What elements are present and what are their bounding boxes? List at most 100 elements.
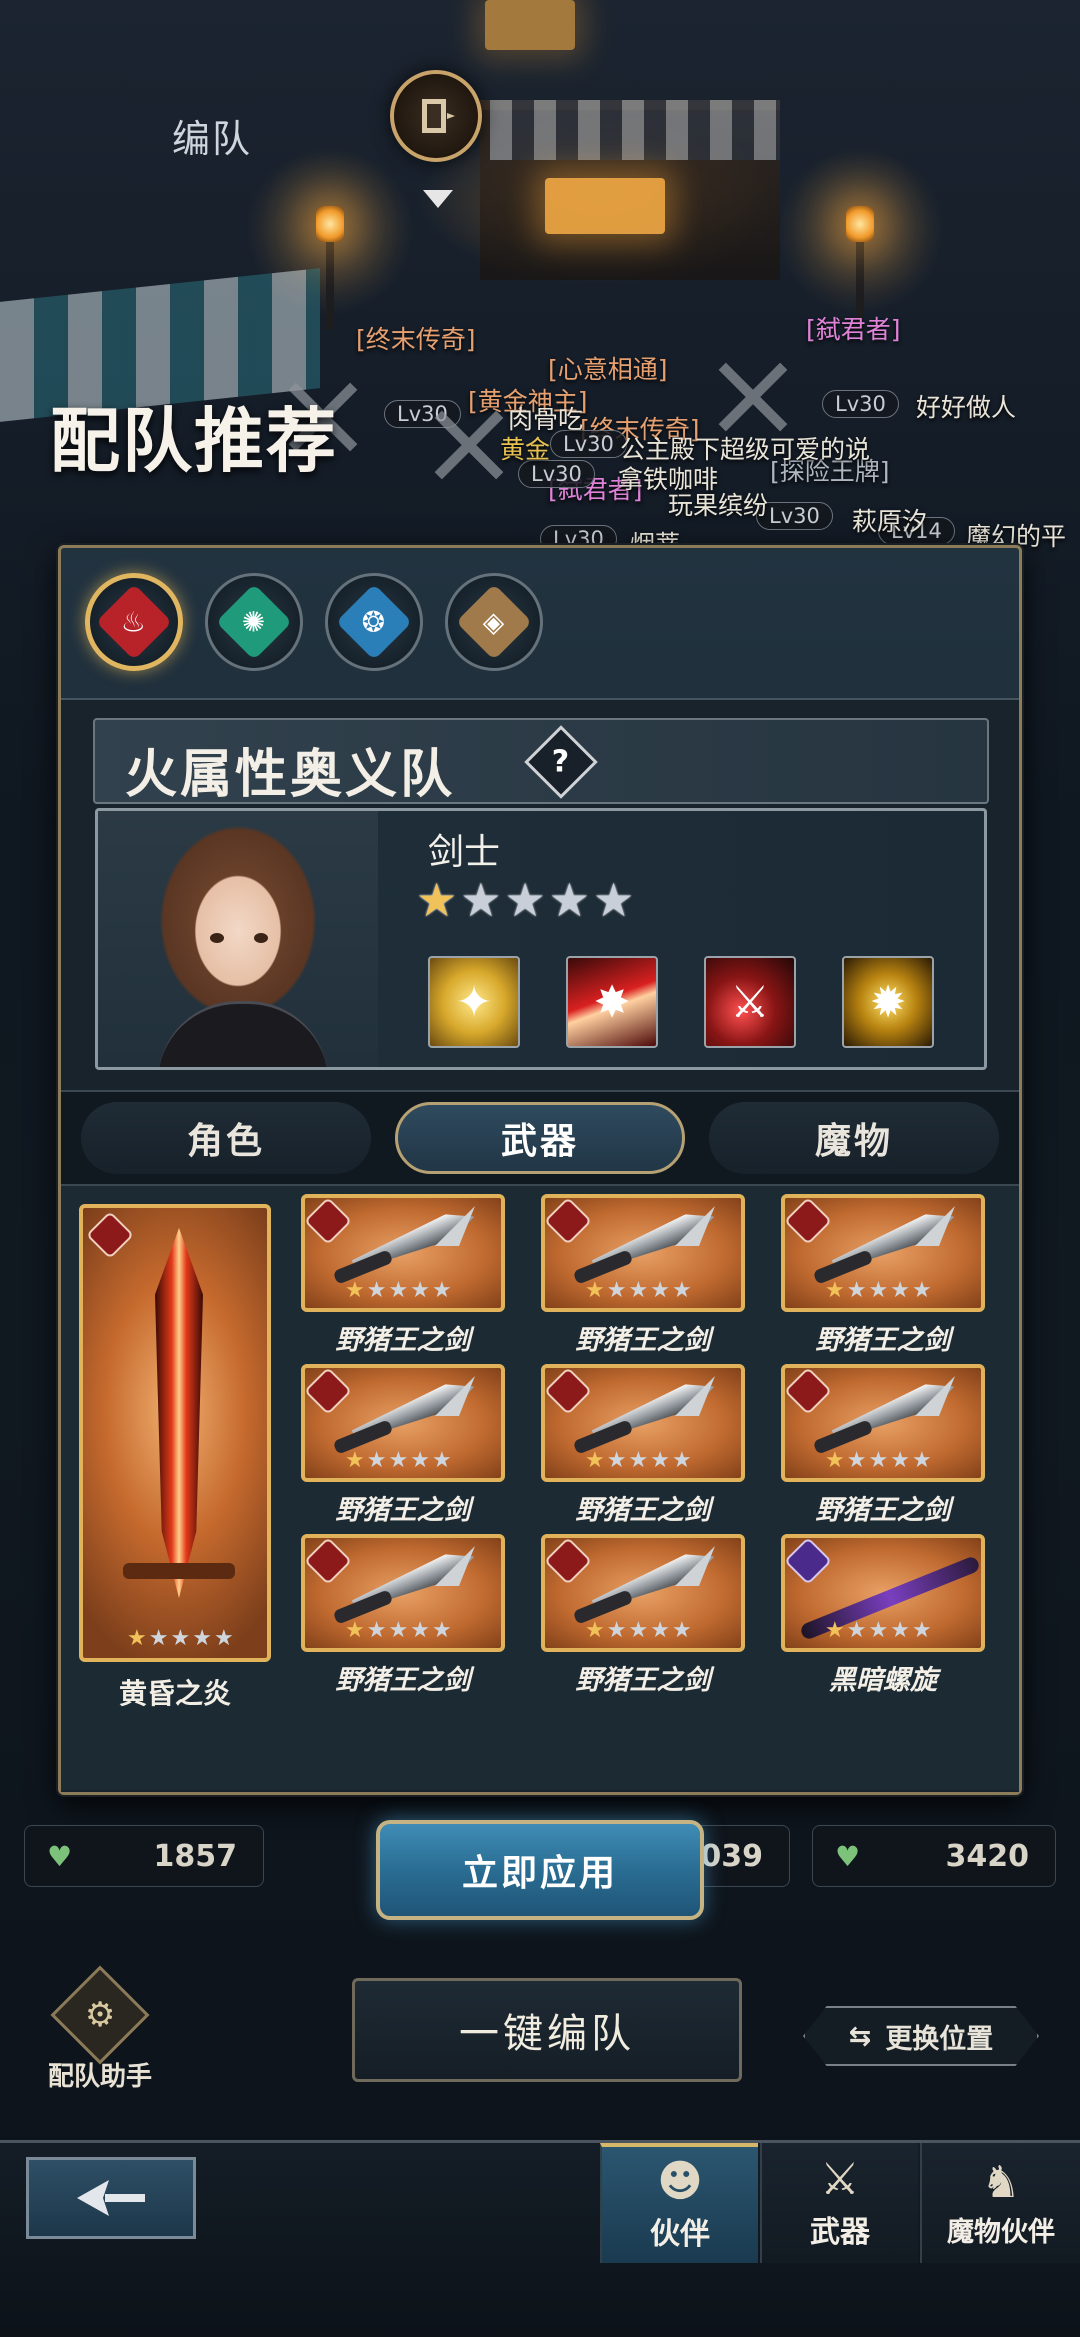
skill-icon[interactable]: ⚔ bbox=[704, 956, 796, 1048]
star-icon: ★ bbox=[650, 1448, 670, 1473]
weapon-card[interactable]: ★ ★ ★ ★ ★ bbox=[301, 1364, 505, 1482]
weapon-star-rating: ★ ★ ★ ★ ★ bbox=[585, 1280, 692, 1302]
fire-element-icon bbox=[785, 1198, 833, 1246]
star-icon: ★ bbox=[846, 1448, 867, 1473]
partner-icon: ☻ bbox=[657, 2156, 703, 2207]
weapon-card[interactable]: ★ ★ ★ ★ ★ bbox=[781, 1364, 985, 1482]
auto-team-button[interactable]: 一键编队 bbox=[352, 1978, 742, 2082]
apply-now-button[interactable]: 立即应用 bbox=[376, 1820, 704, 1920]
weapon-card[interactable]: ★ ★ ★ ★ ★ bbox=[301, 1534, 505, 1652]
wind-element-icon: ✺ bbox=[215, 583, 293, 661]
water-element-icon: ❂ bbox=[335, 583, 413, 661]
hero-portrait bbox=[98, 811, 378, 1067]
element-wind-button[interactable]: ✺ bbox=[205, 573, 303, 671]
bottom-navigation: ☻ 伙伴 ⚔ 武器 ♞ 魔物伙伴 bbox=[0, 2140, 1080, 2337]
star-icon: ★ bbox=[911, 1448, 932, 1473]
earth-element-icon: ◈ bbox=[455, 583, 533, 661]
weapon-star-rating: ★ ★ ★ ★ ★ bbox=[345, 1620, 452, 1642]
weapon-name: 黑暗螺旋 bbox=[829, 1665, 937, 1696]
weapon-card[interactable]: ★ ★ ★ ★ ★ bbox=[781, 1194, 985, 1312]
tab-monster[interactable]: 魔物 bbox=[709, 1102, 999, 1174]
swap-position-button[interactable]: ⇆ 更换位置 bbox=[803, 2006, 1039, 2066]
swap-arrows-icon: ⇆ bbox=[848, 2020, 872, 2052]
star-icon: ★ bbox=[345, 1448, 365, 1473]
star-icon: ★ bbox=[846, 1618, 867, 1643]
back-button[interactable] bbox=[26, 2157, 196, 2239]
nav-tab-partner[interactable]: ☻ 伙伴 bbox=[600, 2143, 758, 2263]
weapon-slot[interactable]: ★ ★ ★ ★ ★ 野猪王之剑 bbox=[781, 1364, 985, 1526]
star-icon: ★ bbox=[410, 1448, 430, 1473]
portrait-eye bbox=[254, 933, 268, 943]
star-icon: ★ bbox=[460, 873, 502, 927]
lamp-post bbox=[326, 240, 334, 330]
star-icon: ★ bbox=[846, 1278, 867, 1303]
chat-player-name: 玩果缤纷 bbox=[668, 491, 769, 520]
weapon-card[interactable]: ★ ★ ★ ★ ★ bbox=[541, 1194, 745, 1312]
weapon-slot[interactable]: ★ ★ ★ ★ ★ 野猪王之剑 bbox=[541, 1364, 745, 1526]
tab-weapon[interactable]: 武器 bbox=[395, 1102, 685, 1174]
weapon-card[interactable]: ★ ★ ★ ★ ★ bbox=[781, 1534, 985, 1652]
star-icon: ★ bbox=[868, 1278, 889, 1303]
chat-title-tag: [心意相通] bbox=[548, 355, 668, 384]
team-title-bar: 火属性奥义队 ? bbox=[93, 718, 989, 805]
street-lamp bbox=[846, 206, 874, 242]
element-water-button[interactable]: ❂ bbox=[325, 573, 423, 671]
star-icon: ★ bbox=[671, 1448, 692, 1473]
element-fire-button[interactable]: ♨ bbox=[85, 573, 183, 671]
star-icon: ★ bbox=[650, 1618, 670, 1643]
star-icon: ★ bbox=[410, 1278, 430, 1303]
weapon-card[interactable]: ★ ★ ★ ★ ★ bbox=[541, 1364, 745, 1482]
skill-icon[interactable]: ✦ bbox=[428, 956, 520, 1048]
help-button[interactable]: ? bbox=[524, 725, 598, 799]
star-icon: ★ bbox=[671, 1278, 692, 1303]
team-detail: 火属性奥义队 ? 剑士 ★ ★ ★ ★ ★ ✦ ✸ ⚔ ✹ 角色 武器 魔物 ★… bbox=[61, 698, 1019, 1792]
weapon-slot[interactable]: ★ ★ ★ ★ ★ 野猪王之剑 bbox=[541, 1534, 745, 1696]
star-icon: ★ bbox=[366, 1278, 387, 1303]
team-helper-button[interactable]: ⚙ 配队助手 bbox=[36, 1965, 164, 2092]
hero-card[interactable]: 剑士 ★ ★ ★ ★ ★ ✦ ✸ ⚔ ✹ bbox=[95, 808, 987, 1070]
weapon-slot[interactable]: ★ ★ ★ ★ ★ 野猪王之剑 bbox=[301, 1534, 505, 1696]
star-icon: ★ bbox=[825, 1618, 845, 1643]
star-icon: ★ bbox=[585, 1278, 605, 1303]
star-icon: ★ bbox=[825, 1448, 845, 1473]
portrait-body bbox=[158, 1001, 328, 1067]
star-icon: ★ bbox=[366, 1618, 387, 1643]
fire-element-icon bbox=[545, 1198, 593, 1246]
weapon-slot[interactable]: ★ ★ ★ ★ ★ 野猪王之剑 bbox=[301, 1194, 505, 1356]
star-icon: ★ bbox=[170, 1626, 191, 1651]
skill-list: ✦ ✸ ⚔ ✹ bbox=[428, 956, 934, 1048]
skill-icon[interactable]: ✹ bbox=[842, 956, 934, 1048]
star-icon: ★ bbox=[593, 873, 635, 927]
weapon-slot[interactable]: ★ ★ ★ ★ ★ 野猪王之剑 bbox=[301, 1364, 505, 1526]
nav-tab-monster-partner[interactable]: ♞ 魔物伙伴 bbox=[920, 2143, 1080, 2263]
star-icon: ★ bbox=[548, 873, 590, 927]
main-weapon-card[interactable]: ★ ★ ★ ★ ★ bbox=[79, 1204, 271, 1662]
weapon-slot[interactable]: ★ ★ ★ ★ ★ 黑暗螺旋 bbox=[781, 1534, 985, 1696]
star-icon: ★ bbox=[606, 1618, 627, 1643]
star-icon: ★ bbox=[585, 1448, 605, 1473]
star-icon: ★ bbox=[606, 1448, 627, 1473]
gear-icon: ⚙ bbox=[50, 1965, 150, 2065]
fire-element-icon: ♨ bbox=[95, 583, 173, 661]
weapon-slot[interactable]: ★ ★ ★ ★ ★ 野猪王之剑 bbox=[781, 1194, 985, 1356]
map-pin-button[interactable] bbox=[390, 70, 482, 162]
weapon-name: 野猪王之剑 bbox=[575, 1495, 711, 1526]
star-icon: ★ bbox=[416, 873, 458, 927]
crossed-swords-icon bbox=[718, 362, 788, 432]
chat-title-tag: [弑君者] bbox=[806, 315, 901, 344]
weapon-name: 野猪王之剑 bbox=[335, 1665, 471, 1696]
element-earth-button[interactable]: ◈ bbox=[445, 573, 543, 671]
element-filter: ♨ ✺ ❂ ◈ bbox=[85, 573, 543, 671]
hero-role: 剑士 bbox=[428, 832, 501, 873]
skill-icon[interactable]: ✸ bbox=[566, 956, 658, 1048]
star-icon: ★ bbox=[388, 1448, 409, 1473]
sword-guard bbox=[123, 1563, 235, 1579]
weapon-slot[interactable]: ★ ★ ★ ★ ★ 野猪王之剑 bbox=[541, 1194, 745, 1356]
weapon-card[interactable]: ★ ★ ★ ★ ★ bbox=[301, 1194, 505, 1312]
weapon-star-rating: ★ ★ ★ ★ ★ bbox=[345, 1280, 452, 1302]
nav-tab-weapon[interactable]: ⚔ 武器 bbox=[760, 2143, 918, 2263]
weapon-card[interactable]: ★ ★ ★ ★ ★ bbox=[541, 1534, 745, 1652]
tab-character[interactable]: 角色 bbox=[81, 1102, 371, 1174]
sword-icon bbox=[155, 1228, 203, 1598]
weapon-name: 野猪王之剑 bbox=[575, 1325, 711, 1356]
